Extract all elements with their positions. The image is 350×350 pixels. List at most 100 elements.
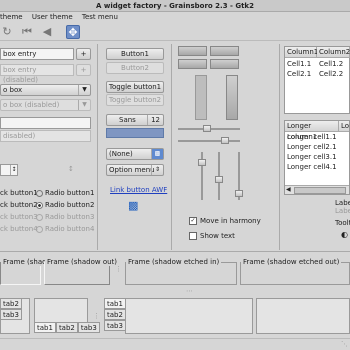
combo-entry[interactable] <box>0 117 91 129</box>
toggle-button-1[interactable]: Toggle button1 <box>106 81 164 93</box>
color-button[interactable] <box>106 128 164 138</box>
notebook-3-tabs: tab1 tab2 tab3 <box>104 298 126 331</box>
notebook-3-tab-3[interactable]: tab3 <box>104 320 126 331</box>
combo-box[interactable]: o box ▼ <box>0 84 91 96</box>
chevron-updown-icon: ⇕ <box>151 165 163 175</box>
entry-side-button[interactable]: + <box>76 48 91 60</box>
radio-3 <box>36 213 43 221</box>
frame-etched-out-label: Frame (shadow etched out) <box>241 258 342 266</box>
longer-cell-3[interactable]: Longer cell3.1 <box>285 152 337 162</box>
file-chooser-label: (None) <box>109 150 133 158</box>
cell-2-2[interactable]: Cell2.2 <box>317 69 343 79</box>
scale-bar-2[interactable] <box>210 46 239 56</box>
tree-view-1[interactable]: Column1 Column2 Cell1.1 Cell1.2 Cell2.1 … <box>284 46 350 114</box>
longer-cell-2[interactable]: Longer cell2.1 <box>285 142 337 152</box>
file-chooser-button[interactable]: (None) ▩ <box>106 148 164 160</box>
spin-button-disabled-icon: ↕ <box>68 165 74 173</box>
refresh-icon[interactable]: ↻ <box>0 25 14 39</box>
cell-1-2[interactable]: Cell1.2 <box>317 59 343 69</box>
notebook-3-tab-1[interactable]: tab1 <box>104 298 126 309</box>
resize-grip-icon[interactable]: ⋱ <box>341 340 348 348</box>
go-back-icon[interactable]: ◀ <box>40 25 54 39</box>
longer-cell-4[interactable]: Longer cell4.1 <box>285 162 337 172</box>
hscale-track-2[interactable] <box>178 140 240 142</box>
link-button[interactable]: Link button AWF <box>110 186 167 194</box>
cell-2-1[interactable]: Cell2.1 <box>285 69 311 79</box>
font-button[interactable]: Sans 12 <box>106 114 164 126</box>
check-button-2[interactable]: ck button2 <box>0 201 38 209</box>
toggle-button-2: Toggle button2 <box>106 94 164 106</box>
vscale-knob-2[interactable] <box>215 176 223 183</box>
scale-bar-4[interactable] <box>210 59 239 69</box>
chevron-down-icon: ▼ <box>78 100 90 110</box>
scrollbar-thumb[interactable] <box>294 187 346 194</box>
check-icon: ✓ <box>189 217 197 225</box>
notebook-2-tabs: tab1 tab2 tab3 <box>34 322 100 333</box>
text-entry-disabled: box entry (disabled) <box>0 64 74 84</box>
column-header-1[interactable]: Column1 <box>285 47 318 58</box>
notebook-3-tab-2[interactable]: tab2 <box>104 309 126 320</box>
vscale-knob-1[interactable] <box>198 159 206 166</box>
notebook-1-tab-3[interactable]: tab3 <box>0 309 22 320</box>
frame-etched-out: Frame (shadow etched out) <box>240 258 350 285</box>
notebook-2-page <box>34 298 88 323</box>
menu-theme[interactable]: theme <box>0 13 23 21</box>
bar-chart-icon: ▩ <box>128 199 139 212</box>
notebook-3-page <box>125 298 253 334</box>
longer-column-header-1[interactable]: Longer column1 <box>285 121 339 141</box>
pane-handle-2-icon[interactable]: ⋮ <box>93 312 100 320</box>
frame-etched-in: Frame (shadow etched in) <box>125 258 237 285</box>
horizontal-scrollbar[interactable]: ◀ <box>285 185 349 194</box>
window-title: A widget factory - Grainsboro 2.3 - Gtk2 <box>0 0 350 12</box>
radio-label-4: Radio button4 <box>45 225 95 233</box>
tooltip-label: Toolti <box>335 219 350 227</box>
notebook-1-tab-2[interactable]: tab2 <box>0 298 22 309</box>
column-header-2[interactable]: Column2 <box>317 47 350 58</box>
move-cross-icon[interactable]: ✥ <box>66 25 80 39</box>
tree-view-2[interactable]: Longer column1 Lon Longer cell1.1 Longer… <box>284 120 350 195</box>
move-in-harmony-check[interactable]: ✓ Move in harmony <box>189 216 261 226</box>
frame-etched-in-label: Frame (shadow etched in) <box>126 258 222 266</box>
vertical-separator <box>97 44 98 250</box>
menu-test-menu[interactable]: Test menu <box>82 13 118 21</box>
radio-2[interactable] <box>36 201 43 209</box>
check-button-1[interactable]: ck button1 <box>0 189 38 197</box>
spin-button[interactable]: ↕ <box>0 164 18 176</box>
notebook-2-tab-1[interactable]: tab1 <box>34 322 56 333</box>
longer-cell-1[interactable]: Longer cell1.1 <box>285 132 337 142</box>
radio-1[interactable] <box>36 189 43 197</box>
go-first-icon[interactable]: ⏮ <box>20 25 34 39</box>
pane-handle-icon[interactable]: ⋯ <box>186 287 193 295</box>
hscale-knob-1[interactable] <box>203 125 211 132</box>
show-text-check[interactable]: Show text <box>189 231 235 241</box>
folder-icon: ▩ <box>151 149 163 159</box>
scroll-left-icon[interactable]: ◀ <box>286 186 291 193</box>
button-1[interactable]: Button1 <box>106 48 164 60</box>
radio-label-3: Radio button3 <box>45 213 95 221</box>
scale-bar-3[interactable] <box>178 59 207 69</box>
notebook-2-tab-3[interactable]: tab3 <box>77 322 100 333</box>
vertical-separator-3 <box>279 44 280 250</box>
button-2: Button2 <box>106 62 164 74</box>
vscale-knob-3[interactable] <box>235 190 243 197</box>
option-menu[interactable]: Option menu ⇕ <box>106 164 164 176</box>
combo-box-disabled-label: o box (disabled) <box>3 101 60 109</box>
radio-4 <box>36 225 43 233</box>
spin-arrows-icon[interactable]: ↕ <box>10 165 17 175</box>
combo-box-label: o box <box>3 86 23 94</box>
menu-user-theme[interactable]: User theme <box>32 13 73 21</box>
text-entry[interactable]: box entry <box>0 48 74 60</box>
longer-column-header-2[interactable]: Lon <box>339 121 349 132</box>
handle-icon[interactable]: ⋮ <box>115 265 122 273</box>
label: Labe <box>335 199 350 207</box>
radio-label-1: Radio button1 <box>45 189 95 197</box>
scale-bar-1[interactable] <box>178 46 207 56</box>
combo-entry-disabled: disabled) <box>0 130 91 142</box>
frame-shadow-out: Frame (shadow out) <box>44 258 120 285</box>
cell-1-1[interactable]: Cell1.1 <box>285 59 311 69</box>
move-in-harmony-label: Move in harmony <box>200 217 261 225</box>
hscale-knob-2[interactable] <box>221 137 229 144</box>
vertical-progress-2 <box>226 75 238 120</box>
notebook-2-tab-2[interactable]: tab2 <box>55 322 78 333</box>
notebook-4-page <box>256 298 350 334</box>
